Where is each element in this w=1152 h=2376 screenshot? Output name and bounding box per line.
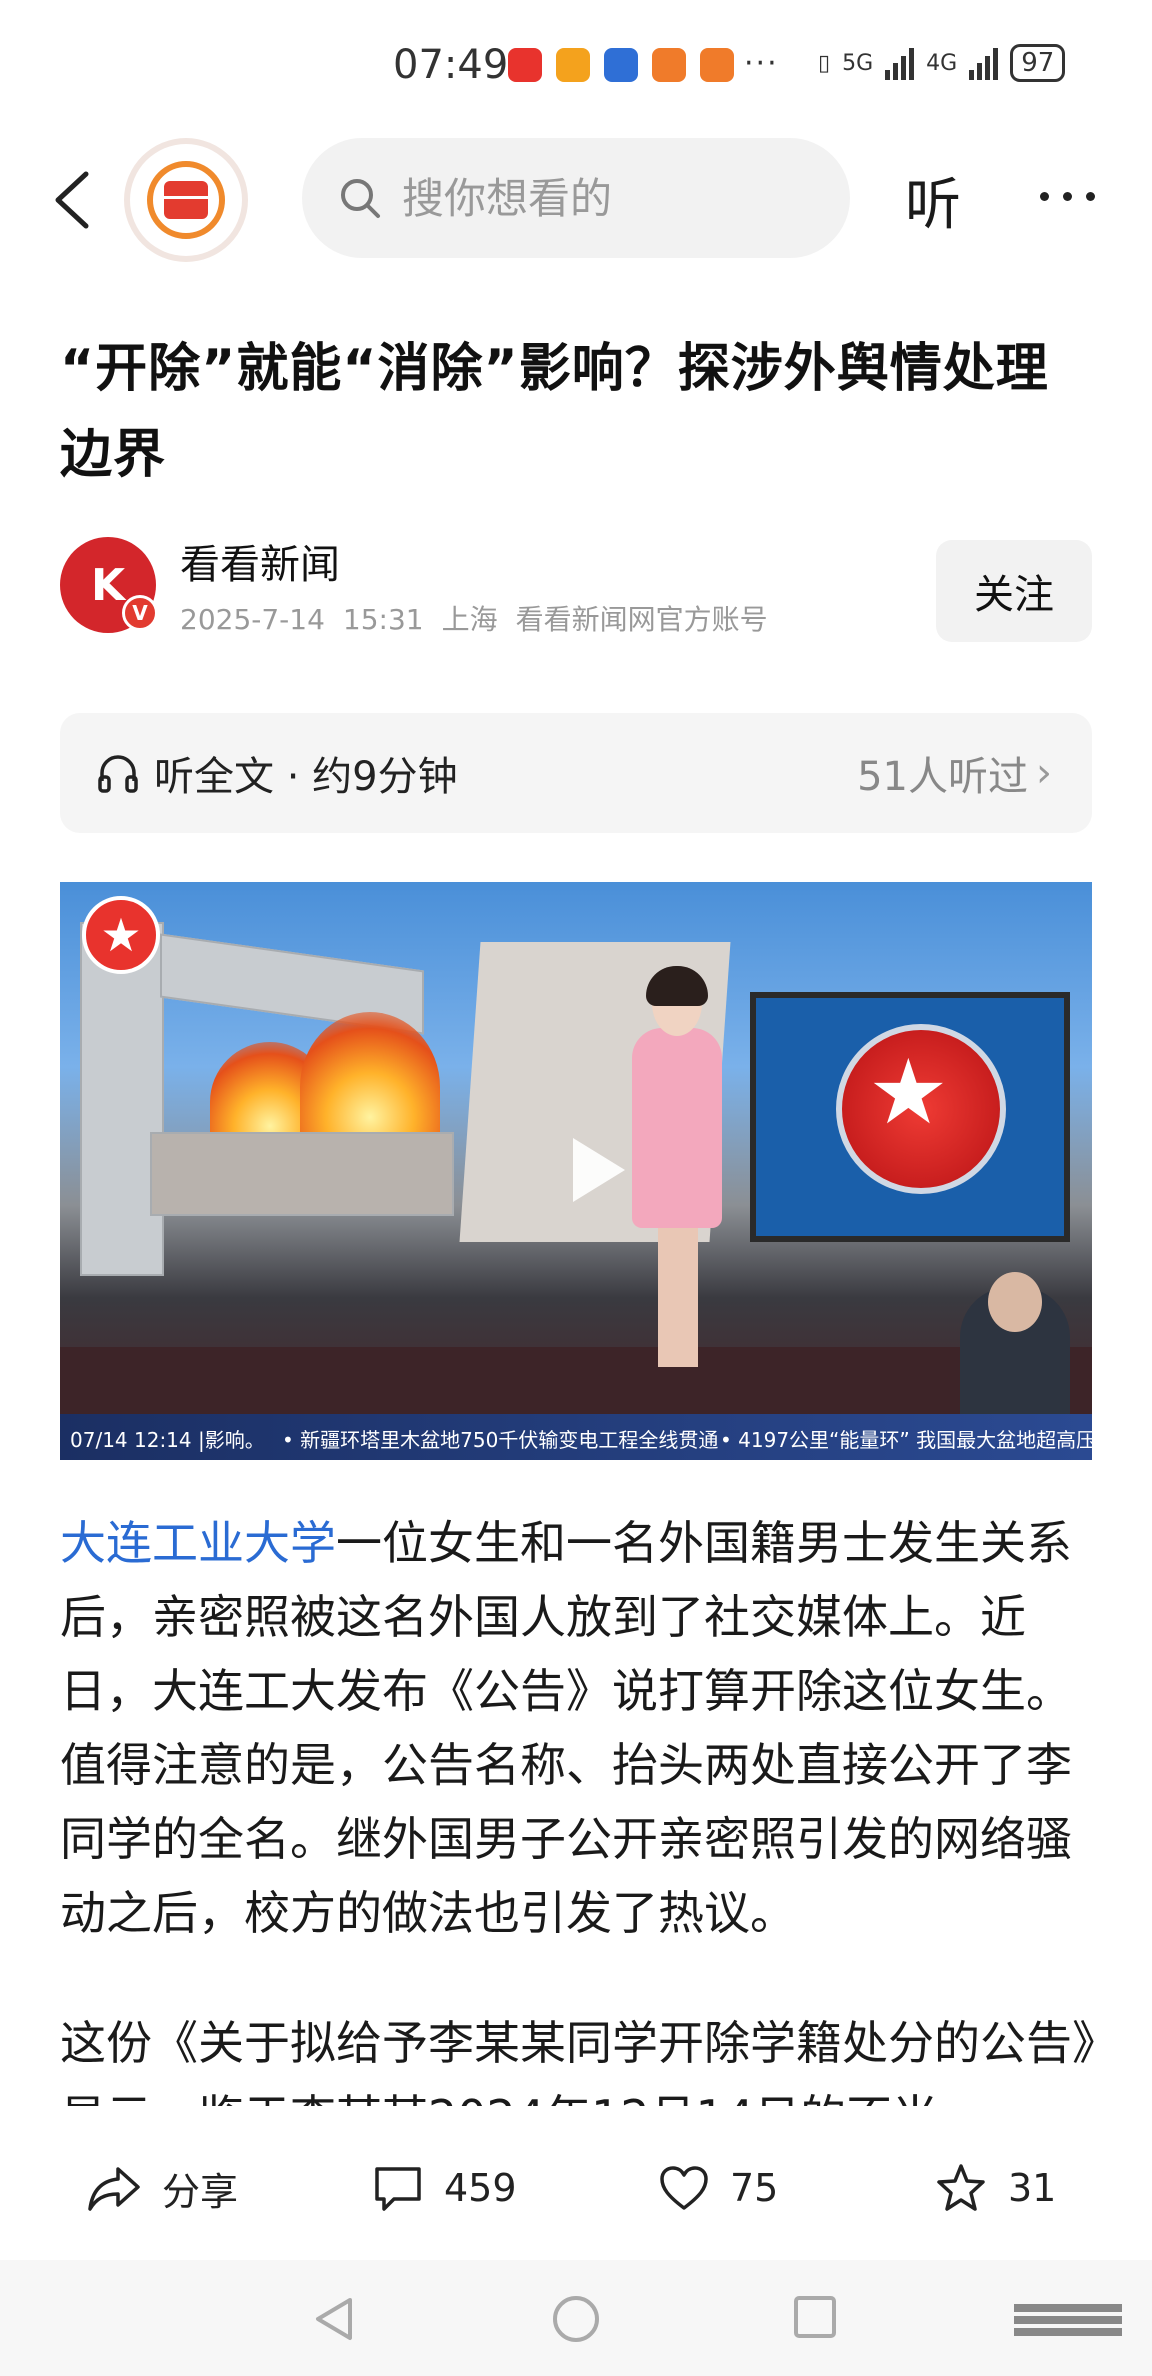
vibrate-icon: ▯ xyxy=(818,50,831,76)
network-label-2: 4G xyxy=(926,50,958,76)
share-icon xyxy=(88,2167,140,2211)
publish-time: 15:31 xyxy=(342,603,424,636)
signal-icon xyxy=(969,46,999,80)
favorite-button[interactable]: 31 xyxy=(934,2158,1056,2218)
more-options-icon[interactable] xyxy=(1040,192,1095,201)
notification-app-icon xyxy=(556,48,590,82)
university-link[interactable]: 大连工业大学 xyxy=(60,1516,336,1570)
search-icon xyxy=(341,179,380,218)
notification-icons xyxy=(508,48,734,82)
notification-app-icon xyxy=(700,48,734,82)
paragraph-text: 一位女生和一名外国籍男士发生关系后，亲密照被这名外国人放到了社交媒体上。近日，大… xyxy=(60,1516,1072,1940)
article-title: “开除”就能“消除”影响？探涉外舆情处理边界 xyxy=(60,339,1049,485)
system-navigation-bar xyxy=(0,2260,1152,2376)
publish-location: 上海 xyxy=(441,603,498,636)
studio-screen: ★ xyxy=(750,992,1070,1242)
status-indicators: ▯ 5G 4G 97 xyxy=(818,44,1066,82)
verified-icon: V xyxy=(122,595,158,631)
comment-count: 459 xyxy=(444,2166,517,2210)
top-nav: 听 xyxy=(0,130,1152,270)
status-bar: 07:49 ··· ▯ 5G 4G 97 xyxy=(0,0,1152,130)
headphones-icon xyxy=(98,755,138,793)
listener-count: 51人听过 xyxy=(857,754,1028,800)
publish-date: 2025-7-14 xyxy=(180,603,325,636)
comment-icon xyxy=(375,2167,421,2211)
battery-icon: 97 xyxy=(1010,44,1066,82)
nav-recents-icon[interactable] xyxy=(792,2294,838,2340)
author-row: K V 看看新闻 2025-7-14 15:31 上海 看看新闻网官方账号 关注 xyxy=(60,532,1092,642)
app-logo-icon xyxy=(147,161,225,239)
account-type: 看看新闻网官方账号 xyxy=(515,603,768,636)
heart-icon xyxy=(660,2166,708,2210)
ticker-headline: • 新疆环塔里木盆地750千伏输变电工程全线贯通 xyxy=(282,1428,719,1452)
like-count: 75 xyxy=(730,2166,779,2210)
keyboard-toggle-icon[interactable] xyxy=(1010,2300,1126,2340)
favorite-count: 31 xyxy=(1008,2166,1057,2210)
article-action-bar: 分享 459 75 31 xyxy=(0,2130,1152,2246)
ticker-headline: • 4197公里“能量环” 我国最大盆地超高压电力 xyxy=(720,1428,1092,1452)
nav-home-icon[interactable] xyxy=(551,2294,601,2344)
article-paragraph: 大连工业大学一位女生和一名外国籍男士发生关系后，亲密照被这名外国人放到了社交媒体… xyxy=(60,1506,1096,1950)
sign-language-reporter xyxy=(988,1272,1042,1332)
author-meta: 2025-7-14 15:31 上海 看看新闻网官方账号 xyxy=(180,598,786,638)
notification-app-icon xyxy=(508,48,542,82)
notification-app-icon xyxy=(604,48,638,82)
news-anchor xyxy=(658,1227,698,1367)
notification-app-icon xyxy=(652,48,686,82)
listen-full-text-bar[interactable]: 听全文 · 约9分钟 51人听过 › xyxy=(60,713,1092,833)
signal-icon xyxy=(885,46,915,80)
ticker-time: 07/14 12:14 |影响。 xyxy=(70,1428,265,1452)
share-label: 分享 xyxy=(162,2169,239,2214)
share-button[interactable]: 分享 xyxy=(86,2158,238,2218)
listen-button[interactable]: 听 xyxy=(905,160,961,241)
search-bar[interactable] xyxy=(302,138,850,258)
channel-logo-icon: ★ xyxy=(836,1024,1006,1194)
network-label-1: 5G xyxy=(842,50,874,76)
app-logo[interactable] xyxy=(130,144,242,256)
channel-logo-icon: ★ xyxy=(82,896,160,974)
like-button[interactable]: 75 xyxy=(658,2158,778,2218)
chevron-right-icon: › xyxy=(1036,750,1052,796)
nav-back-icon[interactable] xyxy=(310,2294,358,2344)
follow-button[interactable]: 关注 xyxy=(936,540,1092,642)
news-anchor xyxy=(632,1028,722,1228)
back-icon[interactable] xyxy=(50,170,96,230)
search-input[interactable] xyxy=(400,172,804,224)
comment-button[interactable]: 459 xyxy=(372,2158,517,2218)
author-name[interactable]: 看看新闻 xyxy=(180,532,340,590)
star-icon xyxy=(937,2164,985,2211)
news-ticker: 07/14 12:14 |影响。 • 新疆环塔里木盆地750千伏输变电工程全线贯… xyxy=(60,1414,1092,1460)
status-time: 07:49 xyxy=(393,42,509,88)
listen-full-text-label: 听全文 · 约9分钟 xyxy=(154,754,458,800)
video-player[interactable]: ★ ★ 07/14 12:14 |影响。 • 新疆环塔里木盆地750千伏输变电工… xyxy=(60,882,1092,1460)
play-icon[interactable] xyxy=(543,1122,639,1218)
more-notifications-icon: ··· xyxy=(744,46,779,81)
article-paragraph: 这份《关于拟给予李某某同学开除学籍处分的公告》显示，鉴于李某某2024年12月1… xyxy=(60,2016,1095,2106)
